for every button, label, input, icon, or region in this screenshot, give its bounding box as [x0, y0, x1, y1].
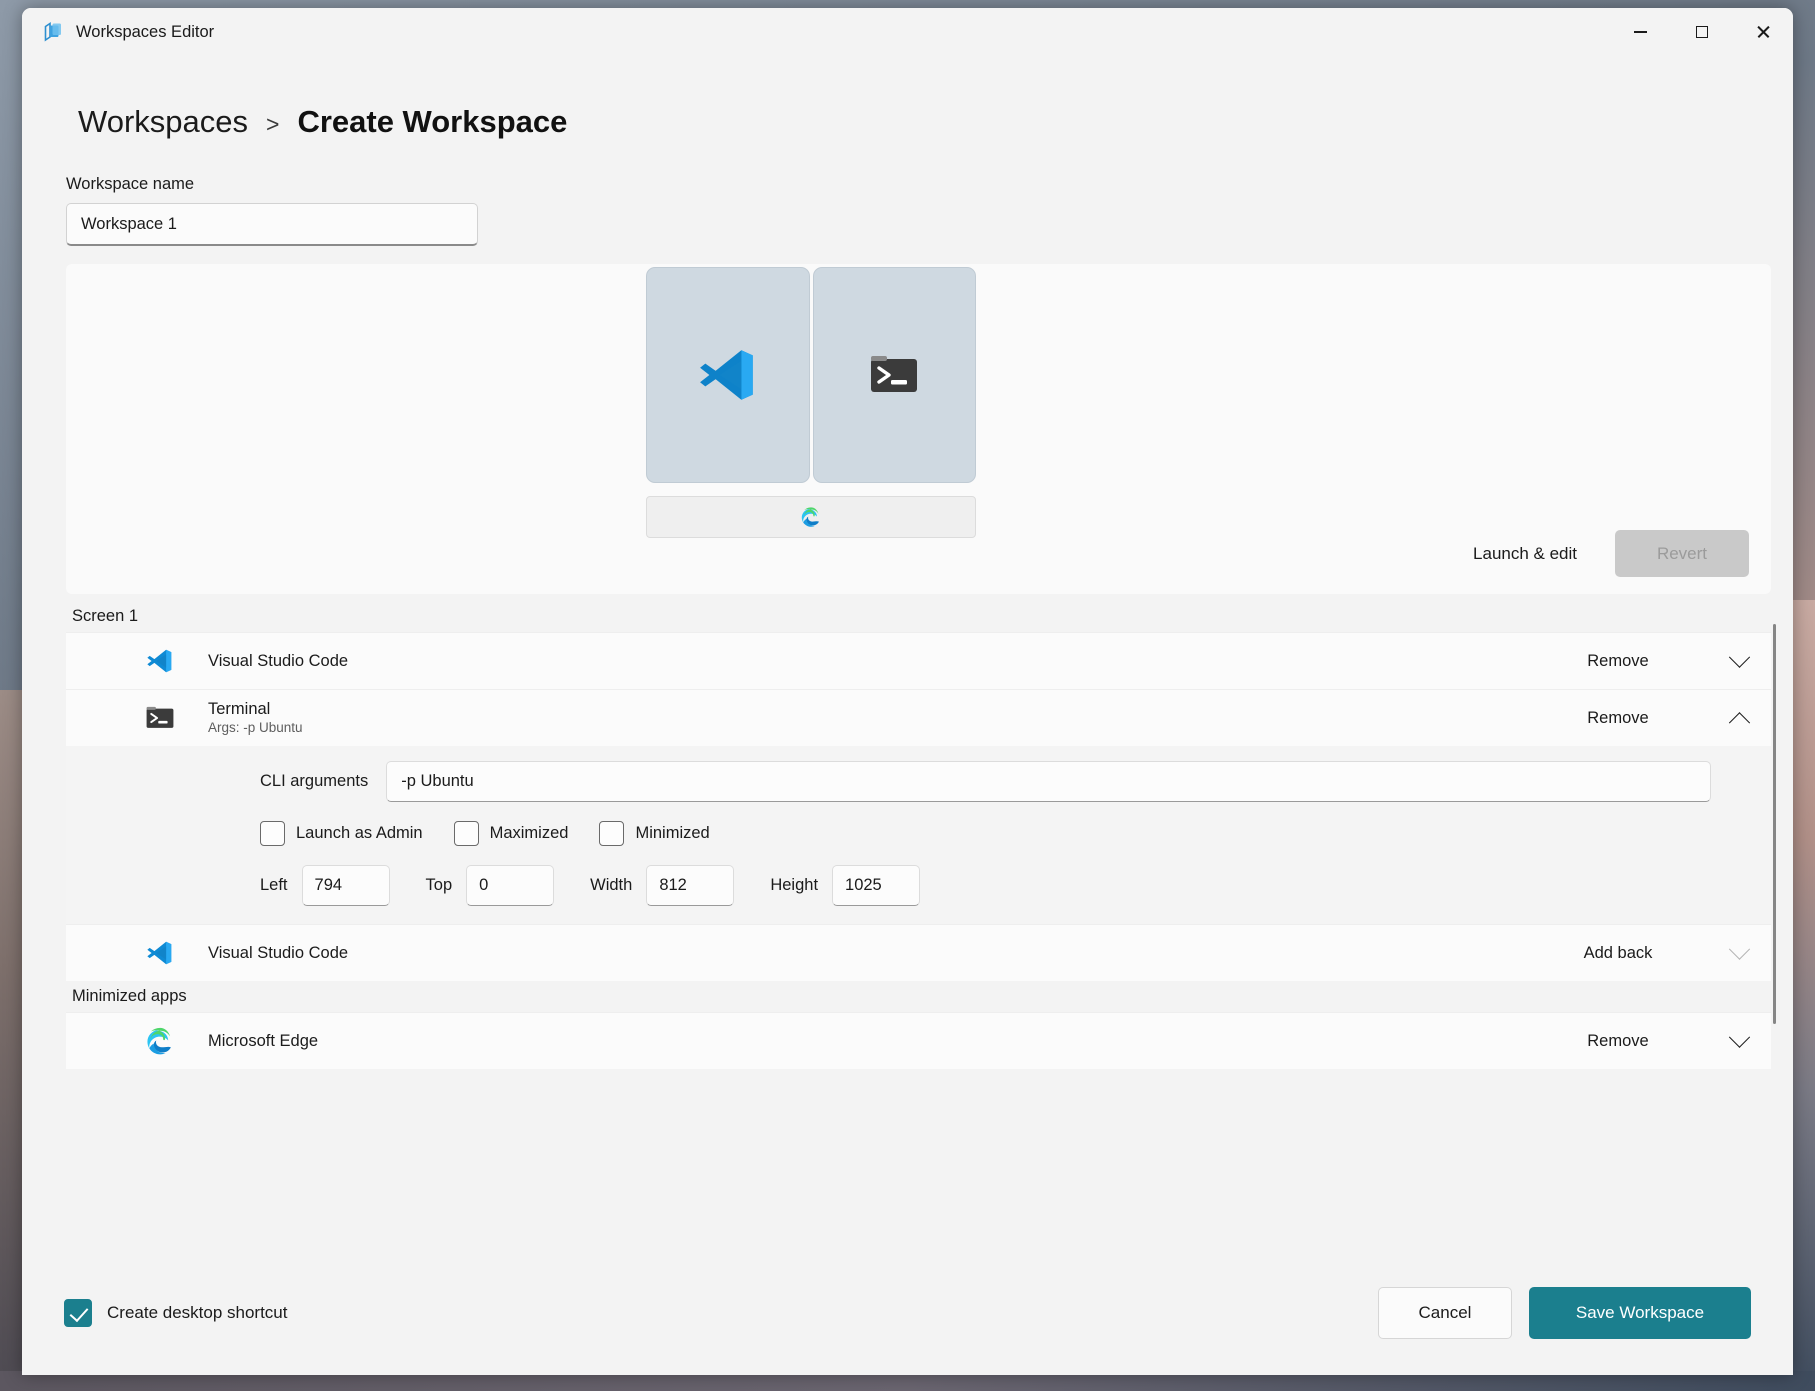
- screen-1-header: Screen 1: [66, 601, 1771, 632]
- checkbox-box: [599, 821, 624, 846]
- expand-toggle-button[interactable]: [1707, 925, 1771, 981]
- checkbox-label: Minimized: [635, 824, 709, 843]
- cli-arguments-input[interactable]: [386, 761, 1711, 802]
- app-row-texts: Visual Studio Code: [208, 651, 348, 672]
- workspaces-editor-window: Workspaces Editor Workspaces > Create Wo…: [22, 8, 1793, 1375]
- app-row-controls: Remove: [1529, 1013, 1771, 1069]
- app-row-terminal[interactable]: Terminal Args: -p Ubuntu Remove: [66, 689, 1771, 746]
- maximize-icon: [1696, 26, 1708, 38]
- app-row-title: Visual Studio Code: [208, 651, 348, 672]
- monitor-preview: [646, 267, 976, 538]
- app-row-texts: Microsoft Edge: [208, 1031, 318, 1052]
- maximize-button[interactable]: [1671, 8, 1732, 56]
- width-input[interactable]: [646, 865, 734, 906]
- app-row-controls: Remove: [1529, 690, 1771, 746]
- checkbox-label: Maximized: [490, 824, 569, 843]
- scrollbar-thumb[interactable]: [1773, 624, 1776, 1024]
- cancel-button[interactable]: Cancel: [1378, 1287, 1512, 1339]
- footer-action-buttons: Cancel Save Workspace: [1378, 1287, 1751, 1339]
- add-back-button[interactable]: Add back: [1529, 925, 1707, 981]
- window-title: Workspaces Editor: [76, 23, 214, 42]
- edge-icon: [142, 1023, 178, 1059]
- height-input[interactable]: [832, 865, 920, 906]
- app-row-visual-studio-code-removed[interactable]: Visual Studio Code Add back: [66, 924, 1771, 981]
- app-list-area: Screen 1 Visual Studio Code Remove: [66, 601, 1771, 1069]
- checkbox-minimized[interactable]: Minimized: [599, 821, 709, 846]
- checkbox-launch-as-admin[interactable]: Launch as Admin: [260, 821, 423, 846]
- title-bar: Workspaces Editor: [22, 8, 1793, 56]
- breadcrumb-workspaces-link[interactable]: Workspaces: [78, 104, 248, 140]
- width-label: Width: [590, 876, 632, 895]
- preview-tile-row: [646, 267, 976, 483]
- chevron-down-icon: [1728, 1026, 1749, 1047]
- checkbox-box: [260, 821, 285, 846]
- preview-tile-terminal[interactable]: [813, 267, 977, 483]
- breadcrumb-separator-icon: >: [266, 111, 279, 138]
- left-label: Left: [260, 876, 288, 895]
- height-label: Height: [770, 876, 818, 895]
- close-button[interactable]: [1732, 8, 1793, 56]
- terminal-icon: [142, 700, 178, 736]
- app-row-visual-studio-code[interactable]: Visual Studio Code Remove: [66, 632, 1771, 689]
- left-input[interactable]: [302, 865, 390, 906]
- window-position-row: Left Top Width Height: [260, 865, 1771, 906]
- workspaces-icon: [42, 21, 64, 43]
- app-row-texts: Terminal Args: -p Ubuntu: [208, 699, 303, 738]
- minimize-button[interactable]: [1610, 8, 1671, 56]
- page-title: Create Workspace: [297, 104, 567, 140]
- checkbox-box-checked: [64, 1299, 92, 1327]
- app-row-controls: Remove: [1529, 633, 1771, 689]
- app-row-title: Terminal: [208, 699, 303, 720]
- checkbox-maximized[interactable]: Maximized: [454, 821, 569, 846]
- collapse-toggle-button[interactable]: [1707, 690, 1771, 746]
- launch-and-edit-button[interactable]: Launch & edit: [1447, 530, 1603, 577]
- cli-arguments-label: CLI arguments: [260, 772, 368, 791]
- app-row-controls: Add back: [1529, 925, 1771, 981]
- terminal-detail-panel: CLI arguments Launch as Admin Maximized …: [66, 746, 1771, 924]
- terminal-icon: [870, 355, 918, 395]
- vscode-icon: [695, 342, 761, 408]
- workspace-name-label: Workspace name: [66, 175, 1793, 194]
- workspace-preview-panel: Launch & edit Revert: [66, 264, 1771, 594]
- app-row-subtitle: Args: -p Ubuntu: [208, 719, 303, 737]
- app-row-title: Microsoft Edge: [208, 1031, 318, 1052]
- app-row-title: Visual Studio Code: [208, 943, 348, 964]
- expand-toggle-button[interactable]: [1707, 1013, 1771, 1069]
- cli-arguments-row: CLI arguments: [260, 761, 1771, 802]
- checkbox-box: [454, 821, 479, 846]
- close-icon: [1756, 25, 1770, 39]
- preview-tile-vscode[interactable]: [646, 267, 810, 483]
- workspace-name-input[interactable]: [66, 203, 478, 246]
- vscode-icon: [142, 935, 178, 971]
- create-desktop-shortcut-label: Create desktop shortcut: [107, 1303, 287, 1323]
- minimize-icon: [1634, 31, 1647, 33]
- save-workspace-button[interactable]: Save Workspace: [1529, 1287, 1751, 1339]
- app-list-scrollbar[interactable]: [1772, 624, 1777, 1024]
- launch-options-row: Launch as Admin Maximized Minimized: [260, 821, 1771, 846]
- remove-button[interactable]: Remove: [1529, 690, 1707, 746]
- preview-minimized-taskbar: [646, 496, 976, 538]
- top-input[interactable]: [466, 865, 554, 906]
- revert-button[interactable]: Revert: [1615, 530, 1749, 577]
- edge-icon[interactable]: [800, 506, 822, 528]
- top-label: Top: [426, 876, 453, 895]
- chevron-down-icon: [1728, 646, 1749, 667]
- checkbox-label: Launch as Admin: [296, 824, 423, 843]
- vscode-icon: [142, 643, 178, 679]
- app-row-microsoft-edge[interactable]: Microsoft Edge Remove: [66, 1012, 1771, 1069]
- create-desktop-shortcut-checkbox[interactable]: Create desktop shortcut: [64, 1299, 287, 1327]
- expand-toggle-button[interactable]: [1707, 633, 1771, 689]
- preview-action-buttons: Launch & edit Revert: [1447, 530, 1749, 577]
- chevron-up-icon: [1728, 712, 1749, 733]
- minimized-apps-header: Minimized apps: [66, 981, 1771, 1012]
- app-row-texts: Visual Studio Code: [208, 943, 348, 964]
- footer-bar: Create desktop shortcut Cancel Save Work…: [22, 1250, 1793, 1375]
- chevron-down-icon: [1728, 938, 1749, 959]
- remove-button[interactable]: Remove: [1529, 1013, 1707, 1069]
- breadcrumb: Workspaces > Create Workspace: [78, 104, 1793, 140]
- remove-button[interactable]: Remove: [1529, 633, 1707, 689]
- window-controls: [1610, 8, 1793, 56]
